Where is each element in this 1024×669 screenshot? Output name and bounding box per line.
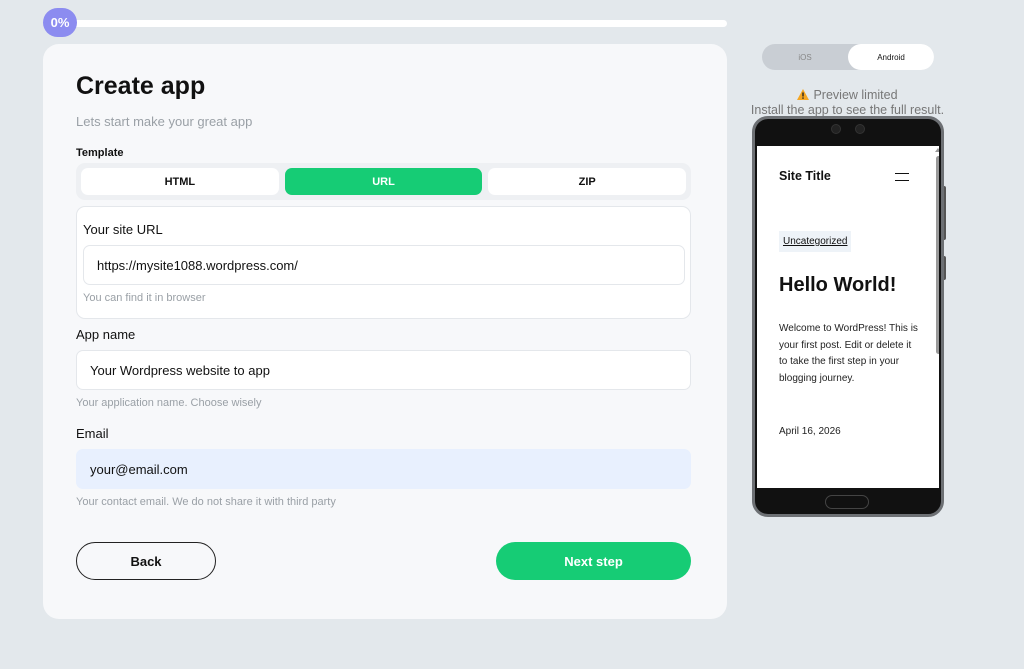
page-subtitle: Lets start make your great app [76, 114, 253, 129]
post-date: April 16, 2026 [779, 426, 841, 437]
tab-zip[interactable]: ZIP [488, 168, 687, 195]
app-name-label: App name [76, 327, 136, 342]
site-url-help: You can find it in browser [83, 292, 206, 304]
email-label: Email [76, 426, 109, 441]
progress-bar [60, 20, 727, 27]
platform-android-option[interactable]: Android [848, 44, 934, 70]
template-tabs: HTML URL ZIP [76, 163, 691, 200]
app-name-input[interactable] [76, 350, 691, 390]
app-name-help: Your application name. Choose wisely [76, 397, 262, 409]
post-title: Hello World! [779, 274, 897, 296]
warning-icon [797, 89, 810, 100]
next-step-button[interactable]: Next step [496, 542, 691, 580]
platform-toggle: iOS Android [762, 44, 934, 70]
category-link[interactable]: Uncategorized [779, 231, 852, 252]
back-button[interactable]: Back [76, 542, 216, 580]
site-url-section: Your site URL You can find it in browser [76, 206, 691, 319]
platform-ios-option[interactable]: iOS [762, 44, 848, 70]
tab-url[interactable]: URL [284, 168, 483, 195]
phone-preview: Site Title Uncategorized Hello World! We… [752, 116, 944, 517]
phone-home-button [825, 495, 869, 509]
email-help: Your contact email. We do not share it w… [76, 496, 336, 508]
site-title: Site Title [779, 169, 831, 183]
hamburger-menu-icon[interactable] [895, 173, 909, 181]
tab-html[interactable]: HTML [81, 168, 279, 195]
site-url-input[interactable] [83, 245, 685, 285]
phone-screen: Site Title Uncategorized Hello World! We… [757, 146, 939, 488]
create-app-card: Create app Lets start make your great ap… [43, 44, 727, 619]
email-input[interactable] [76, 449, 691, 489]
scrollbar-thumb[interactable] [936, 156, 939, 354]
template-label: Template [76, 147, 124, 159]
phone-camera [831, 124, 841, 134]
page-title: Create app [76, 72, 206, 100]
site-url-label: Your site URL [83, 222, 163, 237]
preview-note: Preview limited Install the app to see t… [740, 88, 955, 118]
scroll-up-icon[interactable] [935, 148, 939, 152]
post-body: Welcome to WordPress! This is your first… [779, 323, 918, 384]
preview-note-title: Preview limited [813, 88, 898, 102]
phone-camera [855, 124, 865, 134]
progress-badge: 0% [43, 8, 77, 37]
